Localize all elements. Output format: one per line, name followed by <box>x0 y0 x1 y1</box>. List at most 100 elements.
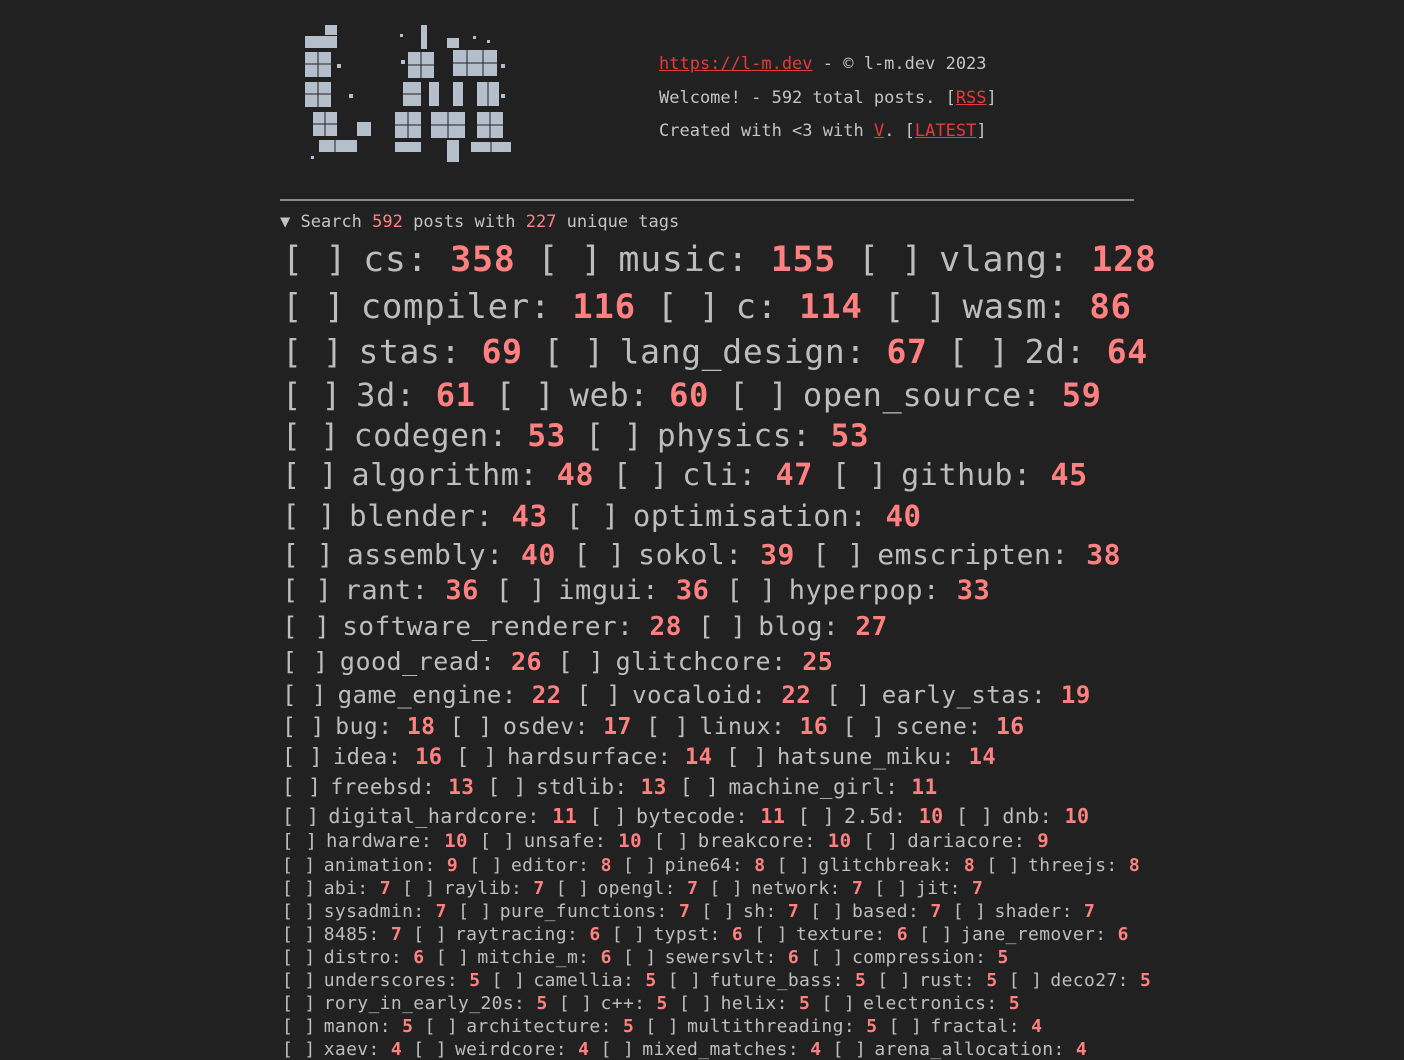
tag-name: jane_remover <box>960 924 1096 945</box>
tag-checkbox-open-source[interactable]: [ ] open_source: 59 <box>729 376 1102 414</box>
tag-checkbox-blender[interactable]: [ ] blender: 43 <box>282 499 548 533</box>
tag-checkbox-sokol[interactable]: [ ] sokol: 39 <box>573 538 795 571</box>
tag-checkbox-network[interactable]: [ ] network: 7 <box>709 878 863 899</box>
tag-checkbox-web[interactable]: [ ] web: 60 <box>495 376 708 414</box>
tag-checkbox-machine-girl[interactable]: [ ] machine_girl: 11 <box>680 775 938 799</box>
tag-checkbox-pure-functions[interactable]: [ ] pure_functions: 7 <box>458 901 690 922</box>
tag-checkbox-weirdcore[interactable]: [ ] weirdcore: 4 <box>413 1039 589 1060</box>
tag-checkbox-c[interactable]: [ ] c: 114 <box>657 287 863 327</box>
tag-checkbox-digital-hardcore[interactable]: [ ] digital_hardcore: 11 <box>282 804 577 828</box>
tag-checkbox-cs[interactable]: [ ] cs: 358 <box>282 240 516 280</box>
tag-checkbox-future-bass[interactable]: [ ] future_bass: 5 <box>668 970 866 991</box>
checkbox-icon: [ ] <box>698 612 747 642</box>
tag-checkbox-hardsurface[interactable]: [ ] hardsurface: 14 <box>456 745 712 770</box>
tag-checkbox-based[interactable]: [ ] based: 7 <box>810 901 941 922</box>
tag-checkbox-underscores[interactable]: [ ] underscores: 5 <box>282 970 480 991</box>
tag-checkbox-architecture[interactable]: [ ] architecture: 5 <box>425 1016 635 1037</box>
tag-checkbox-sysadmin[interactable]: [ ] sysadmin: 7 <box>282 901 447 922</box>
tag-checkbox-physics[interactable]: [ ] physics: 53 <box>585 418 869 454</box>
tag-checkbox-raytracing[interactable]: [ ] raytracing: 6 <box>413 924 600 945</box>
tag-checkbox-music[interactable]: [ ] music: 155 <box>537 240 836 280</box>
tag-checkbox-github[interactable]: [ ] github: 45 <box>832 458 1088 493</box>
site-link[interactable]: https://l-m.dev <box>659 54 813 74</box>
tag-checkbox-assembly[interactable]: [ ] assembly: 40 <box>282 538 556 571</box>
tag-checkbox-camellia[interactable]: [ ] camellia: 5 <box>492 970 657 991</box>
tag-separator: : <box>379 1016 403 1037</box>
tag-checkbox-glitchcore[interactable]: [ ] glitchcore: 25 <box>558 647 834 676</box>
tag-checkbox-deco27[interactable]: [ ] deco27: 5 <box>1009 970 1151 991</box>
tag-checkbox-animation[interactable]: [ ] animation: 9 <box>282 855 458 876</box>
tag-checkbox-stdlib[interactable]: [ ] stdlib: 13 <box>487 775 666 799</box>
tag-checkbox-jane-remover[interactable]: [ ] jane_remover: 6 <box>919 924 1129 945</box>
tag-checkbox-cli[interactable]: [ ] cli: 47 <box>613 458 813 493</box>
tag-checkbox-threejs[interactable]: [ ] threejs: 8 <box>986 855 1140 876</box>
tag-checkbox-dnb[interactable]: [ ] dnb: 10 <box>956 804 1089 828</box>
tag-checkbox-algorithm[interactable]: [ ] algorithm: 48 <box>282 458 594 493</box>
tag-checkbox-early-stas[interactable]: [ ] early_stas: 19 <box>826 681 1091 709</box>
tag-checkbox-bytecode[interactable]: [ ] bytecode: 11 <box>590 804 786 828</box>
tag-checkbox-jit[interactable]: [ ] jit: 7 <box>874 878 983 899</box>
tag-checkbox-hatsune-miku[interactable]: [ ] hatsune_miku: 14 <box>726 745 996 770</box>
tag-checkbox-unsafe[interactable]: [ ] unsafe: 10 <box>480 830 642 852</box>
tag-checkbox-typst[interactable]: [ ] typst: 6 <box>612 924 743 945</box>
tag-checkbox-imgui[interactable]: [ ] imgui: 36 <box>496 575 710 606</box>
tag-checkbox-rory-in-early-20s[interactable]: [ ] rory_in_early_20s: 5 <box>282 993 548 1014</box>
tag-checkbox-raylib[interactable]: [ ] raylib: 7 <box>402 878 544 899</box>
tag-checkbox-3d[interactable]: [ ] 3d: 61 <box>282 376 476 414</box>
tag-checkbox-wasm[interactable]: [ ] wasm: 86 <box>884 287 1132 327</box>
tag-checkbox-mixed-matches[interactable]: [ ] mixed_matches: 4 <box>601 1039 822 1060</box>
tag-checkbox-compiler[interactable]: [ ] compiler: 116 <box>282 287 636 327</box>
tag-checkbox-fractal[interactable]: [ ] fractal: 4 <box>889 1016 1043 1037</box>
tag-checkbox-mitchie-m[interactable]: [ ] mitchie_m: 6 <box>436 947 612 968</box>
checkbox-icon: [ ] <box>611 924 646 945</box>
tag-checkbox-breakcore[interactable]: [ ] breakcore: 10 <box>654 830 852 852</box>
tag-checkbox-hardware[interactable]: [ ] hardware: 10 <box>282 830 468 852</box>
tag-checkbox-game-engine[interactable]: [ ] game_engine: 22 <box>282 681 562 709</box>
tag-checkbox-2d[interactable]: [ ] 2d: 64 <box>948 332 1148 371</box>
tag-checkbox-editor[interactable]: [ ] editor: 8 <box>469 855 611 876</box>
v-lang-link[interactable]: V <box>874 121 884 141</box>
tag-checkbox-good-read[interactable]: [ ] good_read: 26 <box>282 647 542 676</box>
tag-checkbox-bug[interactable]: [ ] bug: 18 <box>282 714 435 740</box>
tag-checkbox-8485[interactable]: [ ] 8485: 7 <box>282 924 402 945</box>
tag-checkbox-software-renderer[interactable]: [ ] software_renderer: 28 <box>282 612 682 642</box>
tag-checkbox-abi[interactable]: [ ] abi: 7 <box>282 878 391 899</box>
tag-checkbox-blog[interactable]: [ ] blog: 27 <box>698 612 888 642</box>
tag-checkbox-freebsd[interactable]: [ ] freebsd: 13 <box>282 775 474 799</box>
tag-checkbox-codegen[interactable]: [ ] codegen: 53 <box>282 418 566 454</box>
tag-checkbox-hyperpop[interactable]: [ ] hyperpop: 33 <box>726 575 990 606</box>
tag-checkbox-2-5d[interactable]: [ ] 2.5d: 10 <box>798 804 944 828</box>
tag-checkbox-scene[interactable]: [ ] scene: 16 <box>843 714 1025 740</box>
tag-checkbox-sh[interactable]: [ ] sh: 7 <box>701 901 799 922</box>
tag-checkbox-multithreading[interactable]: [ ] multithreading: 5 <box>645 1016 877 1037</box>
tag-checkbox-lang-design[interactable]: [ ] lang_design: 67 <box>543 332 927 371</box>
tag-checkbox-linux[interactable]: [ ] linux: 16 <box>646 714 828 740</box>
tag-checkbox-stas[interactable]: [ ] stas: 69 <box>282 332 523 371</box>
tag-checkbox-vocaloid[interactable]: [ ] vocaloid: 22 <box>576 681 811 709</box>
tag-checkbox-sewersvlt[interactable]: [ ] sewersvlt: 6 <box>623 947 799 968</box>
rss-link[interactable]: RSS <box>956 88 987 108</box>
tag-checkbox-compression[interactable]: [ ] compression: 5 <box>810 947 1008 968</box>
tag-checkbox-vlang[interactable]: [ ] vlang: 128 <box>858 240 1157 280</box>
tag-checkbox-idea[interactable]: [ ] idea: 16 <box>282 745 442 770</box>
tag-checkbox-manon[interactable]: [ ] manon: 5 <box>282 1016 413 1037</box>
tag-checkbox-optimisation[interactable]: [ ] optimisation: 40 <box>566 499 922 533</box>
tag-checkbox-electronics[interactable]: [ ] electronics: 5 <box>821 993 1019 1014</box>
tag-checkbox-pine64[interactable]: [ ] pine64: 8 <box>623 855 765 876</box>
tag-checkbox-texture[interactable]: [ ] texture: 6 <box>754 924 908 945</box>
tag-checkbox-dariacore[interactable]: [ ] dariacore: 9 <box>863 830 1049 852</box>
search-toggle[interactable]: ▼ Search 592 posts with 227 unique tags <box>280 212 679 232</box>
tag-checkbox-osdev[interactable]: [ ] osdev: 17 <box>450 714 632 740</box>
tag-checkbox-c-[interactable]: [ ] c++: 5 <box>559 993 668 1014</box>
tag-checkbox-xaev[interactable]: [ ] xaev: 4 <box>282 1039 402 1060</box>
tag-checkbox-arena-allocation[interactable]: [ ] arena_allocation: 4 <box>833 1039 1087 1060</box>
tag-checkbox-shader[interactable]: [ ] shader: 7 <box>953 901 1095 922</box>
latest-link[interactable]: LATEST <box>915 121 976 141</box>
tag-checkbox-helix[interactable]: [ ] helix: 5 <box>679 993 810 1014</box>
tag-checkbox-glitchbreak[interactable]: [ ] glitchbreak: 8 <box>777 855 975 876</box>
tag-checkbox-rant[interactable]: [ ] rant: 36 <box>282 575 479 606</box>
tag-checkbox-opengl[interactable]: [ ] opengl: 7 <box>556 878 698 899</box>
tag-checkbox-distro[interactable]: [ ] distro: 6 <box>282 947 424 968</box>
tag-checkbox-rust[interactable]: [ ] rust: 5 <box>877 970 997 991</box>
tag-checkbox-emscripten[interactable]: [ ] emscripten: 38 <box>812 538 1121 571</box>
